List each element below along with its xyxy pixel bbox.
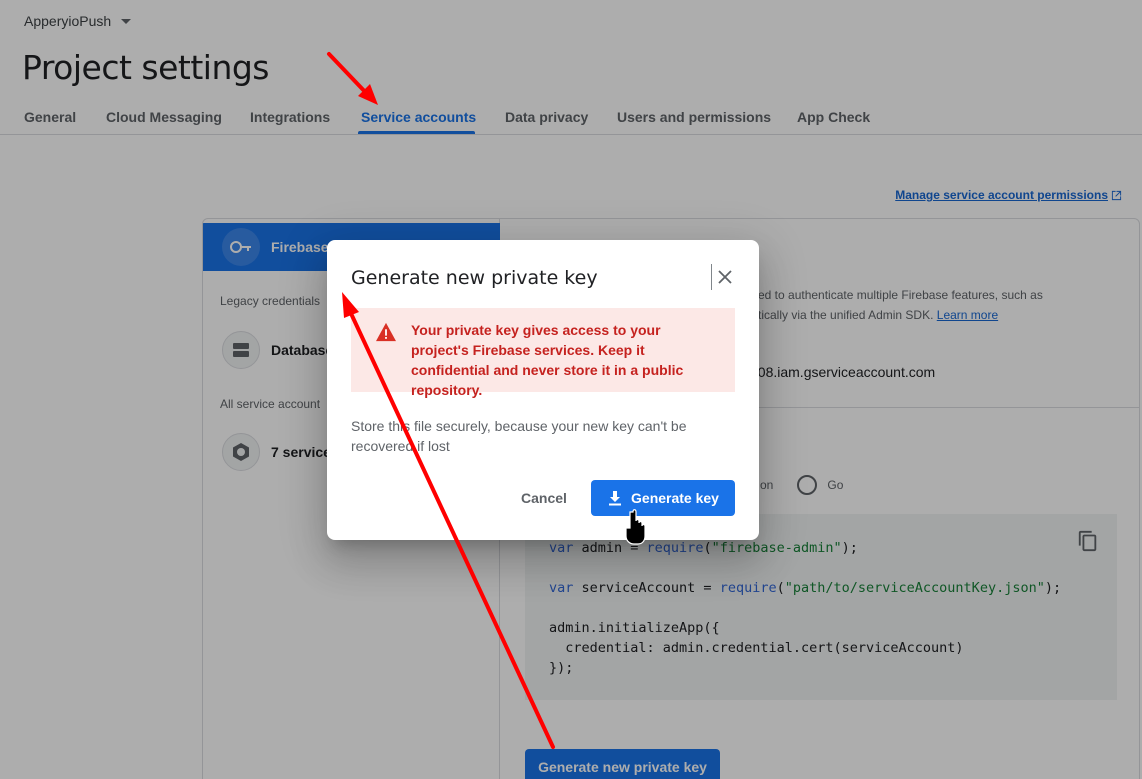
dialog-title: Generate new private key — [351, 267, 598, 289]
generate-key-label: Generate key — [631, 490, 719, 506]
store-securely-text: Store this file securely, because your n… — [351, 418, 687, 454]
close-icon[interactable] — [711, 264, 737, 290]
generate-key-dialog: Generate new private key Your private ke… — [327, 240, 759, 540]
download-icon — [609, 491, 622, 506]
warning-icon — [376, 322, 396, 342]
warning-text: Your private key gives access to your pr… — [411, 322, 684, 398]
warning-banner: Your private key gives access to your pr… — [351, 308, 735, 398]
cancel-button[interactable]: Cancel — [507, 480, 581, 516]
project-settings-page: ApperyioPush Project settings General Cl… — [0, 0, 1142, 779]
generate-key-button[interactable]: Generate key — [591, 480, 735, 516]
